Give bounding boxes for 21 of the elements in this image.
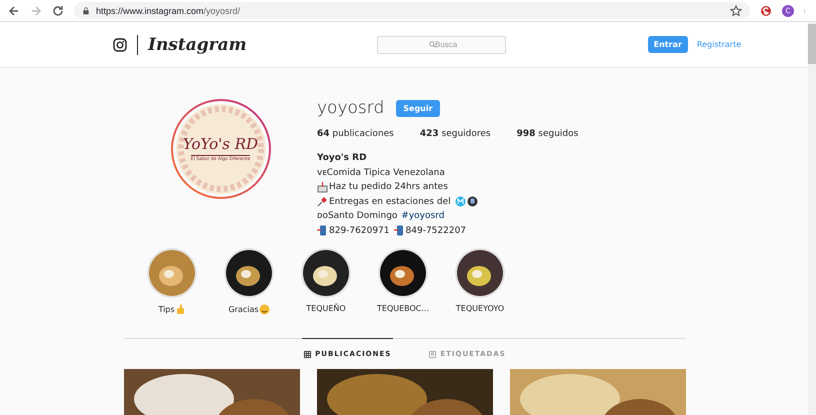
highlight-label[interactable]: Gracias — [228, 305, 259, 314]
profile-name: Yoyo's RD — [317, 152, 367, 165]
logo-title: YoYo's RD — [182, 136, 258, 153]
profile-stat[interactable]: 64 publicaciones — [317, 129, 394, 139]
address-bar[interactable]: https://www.instagram.com/yoyosrd/ — [74, 2, 750, 19]
logo-text[interactable]: Instagram — [137, 34, 247, 54]
highlight-label[interactable]: TEQUEÑO — [306, 304, 346, 313]
bio-text: Haz tu pedido 24hrs antes — [329, 181, 448, 194]
bio-text: ᴅᴏSanto Domingo — [317, 210, 398, 223]
username: yoyosrd — [317, 98, 384, 118]
phone-number: 829-7620971 — [329, 224, 390, 238]
highlight-label[interactable]: TEQUEYOYO — [456, 304, 504, 313]
profile-stat[interactable]: 998 seguidos — [516, 129, 578, 139]
hashtag-link[interactable]: #yoyosrd — [401, 209, 444, 224]
highlight-label[interactable]: TEQUEBOC... — [377, 304, 430, 313]
bio-text: Entregas en estaciones del — [329, 196, 451, 208]
search-field[interactable]: Busca — [376, 36, 506, 54]
phone-number: 849-7522207 — [406, 224, 466, 238]
highlight-label[interactable]: Tips — [158, 305, 175, 314]
bio-text: ᴠᴇComida Tipica Venezolana — [317, 166, 445, 180]
profile-stat[interactable]: 423 seguidores — [420, 129, 491, 139]
